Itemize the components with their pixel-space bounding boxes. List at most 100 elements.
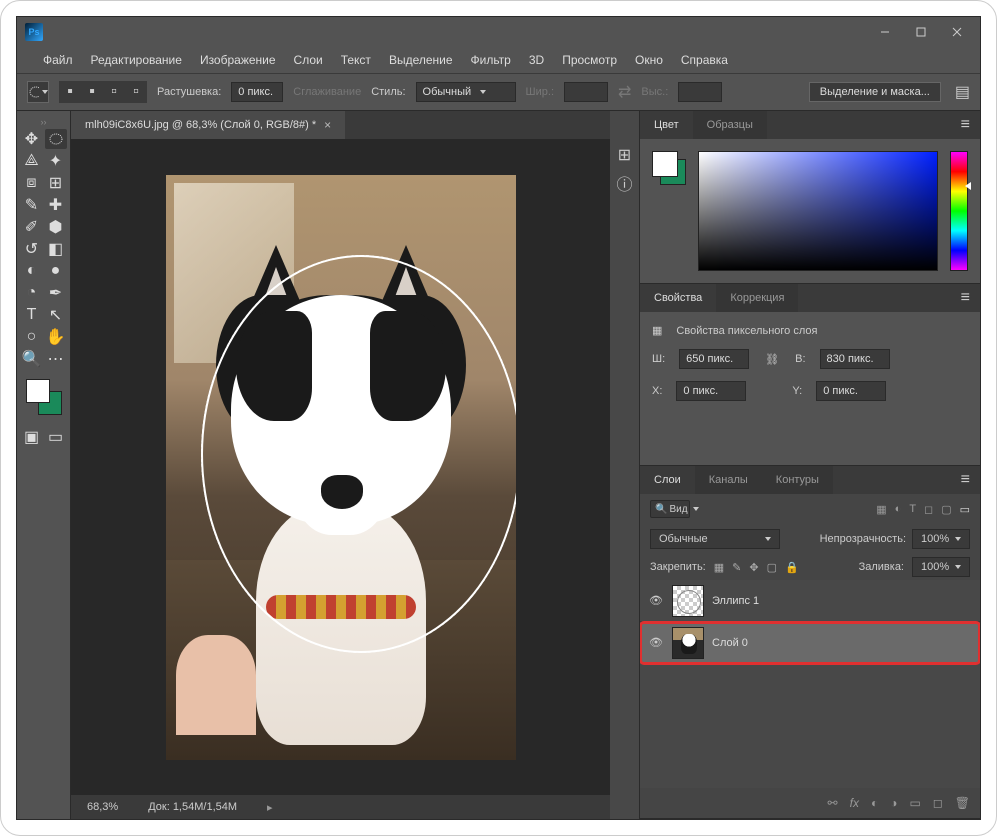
tab-properties[interactable]: Свойства [640, 284, 716, 312]
active-tool-icon[interactable] [27, 81, 49, 103]
visibility-icon[interactable]: 👁 [648, 593, 664, 609]
lasso-tool-icon[interactable]: ⟁ [21, 151, 43, 171]
tab-paths[interactable]: Контуры [762, 466, 833, 494]
crop-tool-icon[interactable]: ⧈ [21, 173, 43, 193]
layer-row[interactable]: 👁 Эллипс 1 [640, 580, 980, 622]
eyedropper-tool-icon[interactable]: ✎ [21, 195, 43, 215]
menu-layer[interactable]: Слои [286, 49, 331, 71]
tab-swatches[interactable]: Образцы [693, 111, 767, 139]
panel-menu-icon[interactable]: ≡ [951, 471, 980, 489]
group-icon[interactable]: ▭ [909, 796, 920, 810]
layer-thumb[interactable] [672, 627, 704, 659]
menu-3d[interactable]: 3D [521, 49, 552, 71]
tab-channels[interactable]: Каналы [695, 466, 762, 494]
brush-tool-icon[interactable]: ✐ [21, 217, 43, 237]
canvas[interactable] [71, 139, 610, 795]
new-layer-icon[interactable]: ◻ [933, 796, 943, 810]
menu-file[interactable]: Файл [35, 49, 81, 71]
path-tool-icon[interactable]: ↖ [45, 305, 67, 325]
lock-all-icon[interactable]: 🔒 [785, 561, 799, 574]
blend-mode-select[interactable]: Обычные [650, 529, 780, 549]
selection-new-icon[interactable]: ▪ [59, 81, 81, 103]
y-input[interactable] [816, 381, 886, 401]
visibility-icon[interactable]: 👁 [648, 635, 664, 651]
menu-edit[interactable]: Редактирование [83, 49, 190, 71]
w-input[interactable] [679, 349, 749, 369]
shape-tool-icon[interactable]: ○ [21, 327, 43, 347]
lock-trans-icon[interactable]: ▦ [714, 561, 724, 574]
layer-name[interactable]: Эллипс 1 [712, 595, 759, 607]
selection-intersect-icon[interactable]: ▫ [125, 81, 147, 103]
select-mask-button[interactable]: Выделение и маска... [809, 82, 941, 102]
menu-text[interactable]: Текст [333, 49, 379, 71]
filter-adjust-icon[interactable]: ◐ [895, 503, 902, 516]
dodge-tool-icon[interactable]: ◔ [21, 283, 43, 303]
gradient-tool-icon[interactable]: ◐ [21, 261, 43, 281]
menu-filter[interactable]: Фильтр [463, 49, 519, 71]
document-tab[interactable]: mlh09iC8x6U.jpg @ 68,3% (Слой 0, RGB/8#)… [71, 111, 345, 139]
filter-smart-icon[interactable]: ▢ [941, 503, 951, 516]
optbar-menu-icon[interactable]: ▤ [951, 82, 970, 102]
lock-pixels-icon[interactable]: ✎ [732, 561, 741, 574]
tab-layers[interactable]: Слои [640, 466, 695, 494]
fill-input[interactable]: 100% [912, 557, 970, 577]
minimize-button[interactable] [870, 22, 900, 42]
collapsed-icon-2[interactable]: ⓘ [615, 173, 635, 193]
link-wh-icon[interactable]: ⛓ [763, 350, 781, 368]
menu-window[interactable]: Окно [627, 49, 671, 71]
color-swatches[interactable] [26, 379, 62, 415]
type-tool-icon[interactable]: T [21, 305, 43, 325]
zoom-value[interactable]: 68,3% [87, 801, 118, 813]
stamp-tool-icon[interactable]: ⬢ [45, 217, 67, 237]
panel-swatches[interactable] [652, 151, 686, 185]
lock-pos-icon[interactable]: ✥ [749, 561, 758, 574]
menu-image[interactable]: Изображение [192, 49, 284, 71]
heal-tool-icon[interactable]: ✚ [45, 195, 67, 215]
tab-adjustments[interactable]: Коррекция [716, 284, 798, 312]
filter-image-icon[interactable]: ▦ [876, 503, 886, 516]
tab-color[interactable]: Цвет [640, 111, 693, 139]
opacity-input[interactable]: 100% [912, 529, 970, 549]
layer-row[interactable]: 👁 Слой 0 [640, 622, 980, 664]
mask-icon[interactable]: ◐ [871, 796, 878, 810]
close-tab-icon[interactable]: × [324, 118, 331, 132]
lock-art-icon[interactable]: ▢ [767, 561, 777, 574]
pen-tool-icon[interactable]: ✒ [45, 283, 67, 303]
menu-select[interactable]: Выделение [381, 49, 461, 71]
history-brush-tool-icon[interactable]: ↺ [21, 239, 43, 259]
style-select[interactable]: Обычный [416, 82, 516, 102]
feather-input[interactable] [231, 82, 283, 102]
link-layers-icon[interactable]: ⚯ [828, 796, 838, 810]
marquee-tool-icon[interactable] [45, 129, 67, 149]
eraser-tool-icon[interactable]: ◧ [45, 239, 67, 259]
maximize-button[interactable] [906, 22, 936, 42]
filter-toggle-icon[interactable]: ▭ [960, 503, 970, 516]
layer-thumb[interactable] [672, 585, 704, 617]
frame-tool-icon[interactable]: ⊞ [45, 173, 67, 193]
menu-view[interactable]: Просмотр [554, 49, 625, 71]
color-picker[interactable] [698, 151, 938, 271]
selection-add-icon[interactable]: ▪ [81, 81, 103, 103]
h-input[interactable] [820, 349, 890, 369]
x-input[interactable] [676, 381, 746, 401]
collapsed-icon-1[interactable]: ⊞ [615, 145, 635, 165]
extra-tool-icon[interactable]: ⋯ [45, 349, 67, 369]
hue-slider[interactable] [950, 151, 968, 271]
layer-name[interactable]: Слой 0 [712, 637, 748, 649]
selection-subtract-icon[interactable]: ▫ [103, 81, 125, 103]
menu-help[interactable]: Справка [673, 49, 736, 71]
quickmask-icon[interactable]: ▣ [21, 427, 43, 447]
fx-icon[interactable]: fx [850, 796, 859, 810]
hand-tool-icon[interactable]: ✋ [45, 327, 67, 347]
layer-filter-select[interactable]: 🔍Вид [650, 500, 690, 518]
panel-menu-icon[interactable]: ≡ [951, 289, 980, 307]
adj-layer-icon[interactable]: ◑ [890, 796, 897, 810]
zoom-tool-icon[interactable]: 🔍 [21, 349, 43, 369]
filter-type-icon[interactable]: T [909, 503, 916, 516]
move-tool-icon[interactable]: ✥ [21, 129, 43, 149]
delete-layer-icon[interactable]: 🗑 [955, 796, 970, 810]
blur-tool-icon[interactable]: ● [45, 261, 67, 281]
filter-shape-icon[interactable]: ◻ [924, 503, 933, 516]
panel-menu-icon[interactable]: ≡ [951, 116, 980, 134]
wand-tool-icon[interactable]: ✦ [45, 151, 67, 171]
